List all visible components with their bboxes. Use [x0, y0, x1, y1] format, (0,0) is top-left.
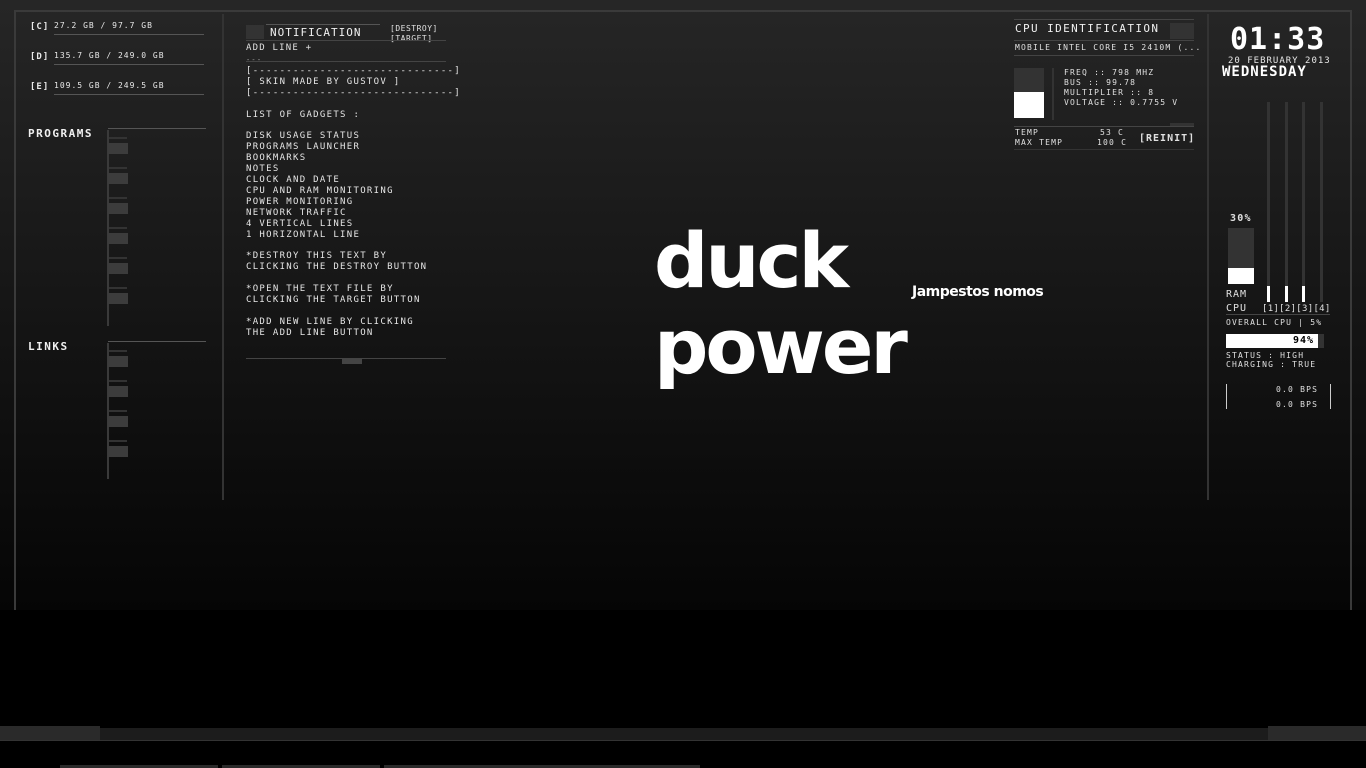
clock-weekday: WEDNESDAY	[1222, 64, 1307, 80]
ram-percent: 30%	[1230, 213, 1252, 224]
duck-power-logo: duck power	[654, 216, 908, 391]
disk-d-label: [D]	[30, 52, 50, 62]
program-tick	[109, 227, 127, 229]
monitor-divider	[1226, 314, 1330, 315]
disk-e-label: [E]	[30, 82, 50, 92]
disk-d[interactable]: [D] 135.7 GB / 249.0 GB	[30, 51, 205, 66]
links-header-line	[108, 341, 206, 342]
cpu-core-4-track	[1320, 102, 1323, 302]
charging-status: CHARGING : TRUE	[1226, 360, 1317, 369]
network-upload: 0.0 BPS	[1276, 400, 1319, 409]
programs-title: PROGRAMS	[28, 127, 93, 140]
notes-separator	[246, 61, 446, 62]
cpu-core-3-fill	[1302, 286, 1305, 302]
cpu-core-2-fill	[1285, 286, 1288, 302]
notes-title-block	[246, 25, 264, 39]
logo-subtitle: Jampestos nomos	[912, 284, 1044, 300]
cpu-label: CPU	[1226, 303, 1248, 314]
program-tick	[109, 287, 127, 289]
clock-time: 01:33	[1230, 22, 1326, 57]
max-temp-value: 100 C	[1097, 138, 1128, 147]
vertical-line-1	[222, 14, 224, 500]
cpu-info-rail	[1052, 68, 1054, 120]
notes-header-divider	[246, 40, 446, 41]
links-title: LINKS	[28, 340, 69, 353]
frame-top-line	[14, 10, 1352, 12]
cpu-title-divider	[1014, 40, 1194, 41]
cpu-title-block	[1170, 23, 1194, 39]
notes-body: [------------------------------] [ SKIN …	[246, 66, 461, 338]
network-download: 0.0 BPS	[1276, 385, 1319, 394]
link-tick	[109, 350, 127, 352]
link-slot-2[interactable]	[108, 386, 128, 397]
disk-c-underline	[54, 34, 204, 35]
max-temp-label: MAX TEMP	[1015, 138, 1064, 147]
frame-right-line	[1350, 10, 1352, 610]
notes-title: NOTIFICATION	[270, 26, 362, 39]
link-slot-4[interactable]	[108, 446, 128, 457]
cpu-core-1-fill	[1267, 286, 1270, 302]
horizontal-line-cap-right	[1268, 726, 1366, 740]
disk-d-usage: 135.7 GB / 249.0 GB	[54, 51, 165, 60]
notes-title-line	[266, 24, 380, 25]
overall-cpu: OVERALL CPU | 5%	[1226, 318, 1323, 327]
horizontal-line	[0, 728, 1366, 740]
cpu-model: MOBILE INTEL CORE I5 2410M (...	[1015, 43, 1202, 52]
vertical-line-2	[1207, 14, 1209, 500]
horizontal-line-cap-left	[0, 726, 100, 740]
program-slot-5[interactable]	[108, 263, 128, 274]
link-tick	[109, 440, 127, 442]
bottom-divider	[0, 740, 1366, 741]
disk-c-usage: 27.2 GB / 97.7 GB	[54, 21, 153, 30]
cpu-usage-fill	[1014, 92, 1044, 118]
program-slot-6[interactable]	[108, 293, 128, 304]
program-slot-1[interactable]	[108, 143, 128, 154]
program-tick	[109, 257, 127, 259]
cpu-core-1-track	[1267, 102, 1270, 302]
link-slot-1[interactable]	[108, 356, 128, 367]
disk-e-usage: 109.5 GB / 249.5 GB	[54, 81, 165, 90]
programs-header-line	[108, 128, 206, 129]
cpu-title-line	[1014, 19, 1194, 20]
ram-meter-fill	[1228, 268, 1254, 284]
cpu-title: CPU IDENTIFICATION	[1015, 22, 1160, 35]
cpu-model-divider	[1014, 55, 1194, 56]
program-tick	[109, 197, 127, 199]
add-line-button[interactable]: ADD LINE +	[246, 43, 312, 54]
program-slot-3[interactable]	[108, 203, 128, 214]
ram-label: RAM	[1226, 289, 1248, 300]
notes-resize-handle[interactable]	[342, 359, 362, 364]
program-slot-4[interactable]	[108, 233, 128, 244]
cpu-core-2-track	[1285, 102, 1288, 302]
disk-e[interactable]: [E] 109.5 GB / 249.5 GB	[30, 81, 205, 96]
program-tick	[109, 167, 127, 169]
program-tick	[109, 137, 127, 139]
target-button[interactable]: [TARGET]	[390, 33, 433, 44]
link-slot-3[interactable]	[108, 416, 128, 427]
link-tick	[109, 380, 127, 382]
disk-c[interactable]: [C] 27.2 GB / 97.7 GB	[30, 21, 205, 36]
link-tick	[109, 410, 127, 412]
cpu-core-3-track	[1302, 102, 1305, 302]
frame-left-line	[14, 10, 16, 610]
network-bracket-left	[1226, 384, 1227, 409]
battery-percent: 94%	[1292, 335, 1314, 346]
network-bracket-right	[1330, 384, 1331, 409]
disk-e-underline	[54, 94, 204, 95]
cpu-usage-track	[1014, 68, 1044, 92]
cpu-footer-line	[1014, 149, 1194, 150]
disk-c-label: [C]	[30, 22, 50, 32]
reinit-button[interactable]: [REINIT]	[1139, 133, 1195, 144]
program-slot-2[interactable]	[108, 173, 128, 184]
cpu-voltage: VOLTAGE :: 0.7755 V	[1064, 98, 1179, 107]
disk-d-underline	[54, 64, 204, 65]
